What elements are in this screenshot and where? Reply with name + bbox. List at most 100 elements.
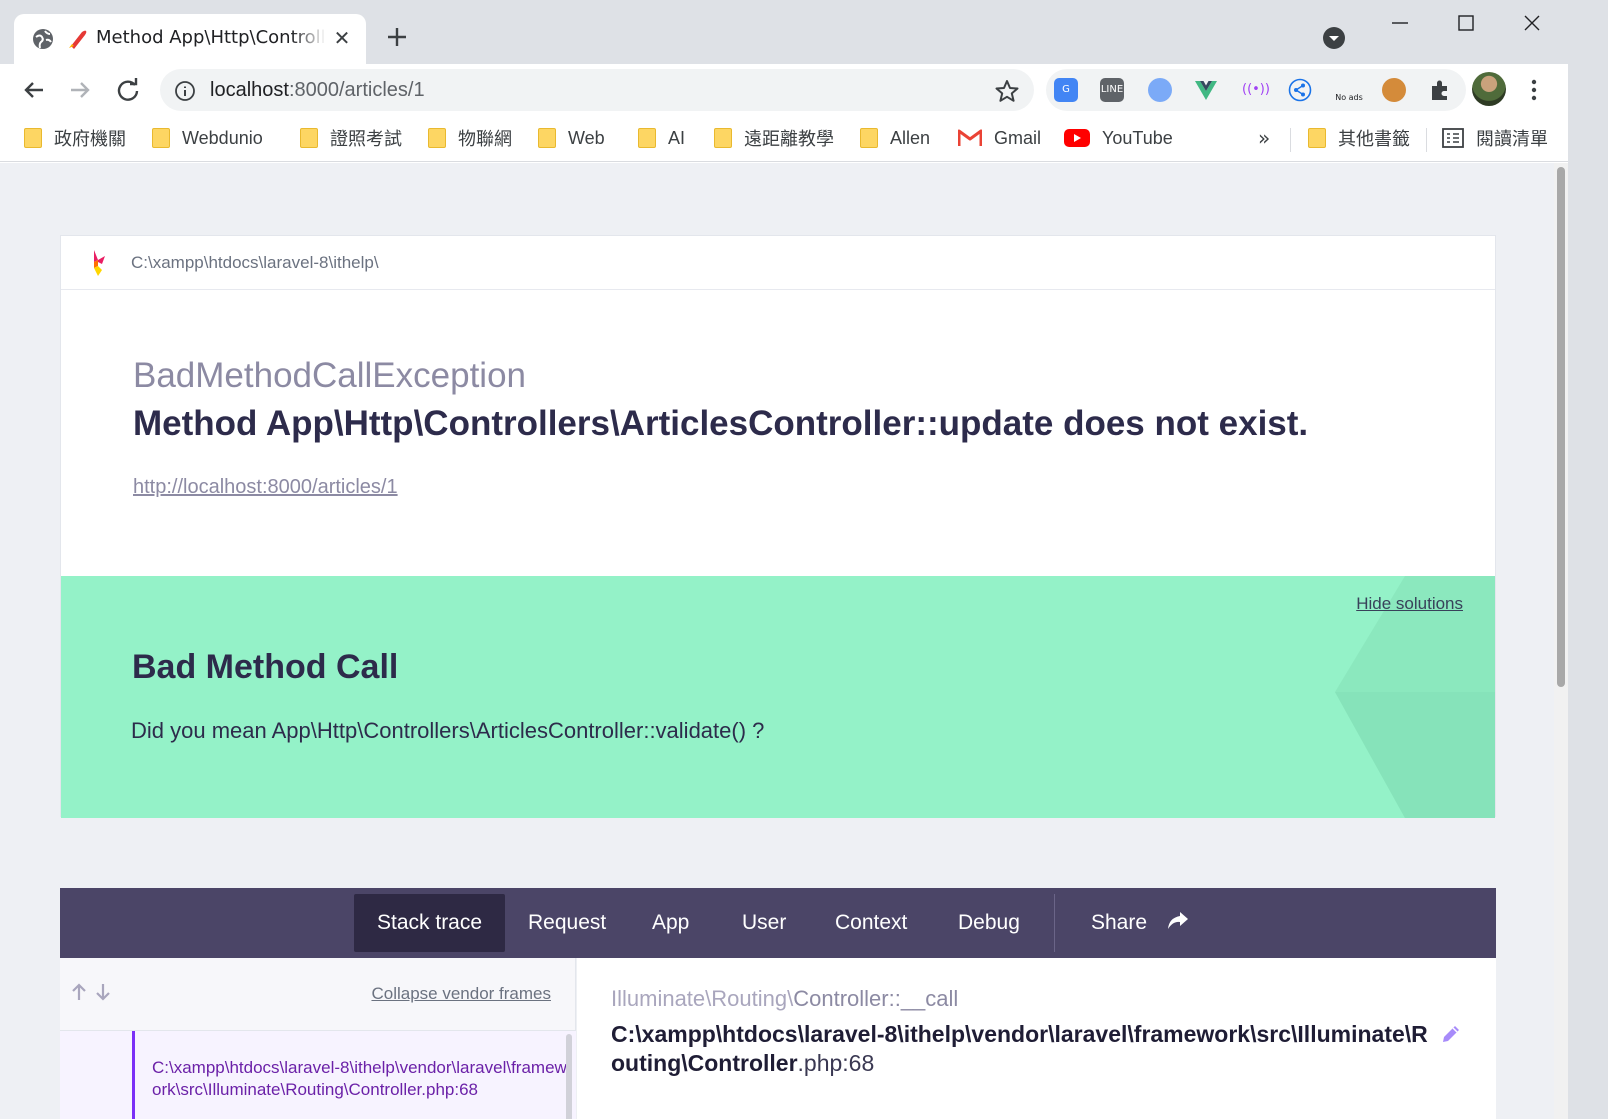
tab-app[interactable]: App (629, 894, 712, 952)
bookmark-item[interactable]: YouTube (1064, 126, 1173, 150)
page-scrollbar[interactable] (1554, 163, 1568, 1119)
folder-icon (1308, 128, 1326, 148)
browser-toolbar: localhost:8000/articles/1 G LINE ((•)) N… (0, 64, 1608, 116)
cookie-icon[interactable] (1382, 78, 1406, 102)
bookmark-star-icon[interactable] (994, 78, 1020, 104)
bookmark-item[interactable]: 證照考試 (300, 126, 402, 150)
frames-scrollbar[interactable] (566, 1034, 572, 1119)
up-down-arrows-icon[interactable] (70, 982, 114, 1002)
frame-method: Illuminate\Routing\Controller::__call (611, 986, 958, 1012)
bookmark-label: 遠距離教學 (744, 129, 834, 149)
browser-tab[interactable]: Method App\Http\Controllers\ArticlesCont… (14, 14, 366, 64)
broadcast-icon[interactable]: ((•)) (1242, 78, 1270, 102)
ring-extension-icon[interactable] (1148, 78, 1172, 102)
browser-menu-icon[interactable] (1522, 76, 1546, 104)
bookmarks-divider (1426, 128, 1427, 152)
bookmark-item[interactable]: Allen (860, 126, 930, 150)
frame-nav-arrows[interactable] (70, 982, 114, 1007)
other-bookmarks[interactable]: 其他書籤 (1308, 126, 1410, 150)
globe-icon (33, 29, 53, 49)
tab-context[interactable]: Context (812, 894, 930, 952)
bookmarks-overflow-icon[interactable]: » (1258, 126, 1270, 150)
minimize-icon[interactable] (1380, 8, 1420, 38)
url-host: localhost (210, 79, 289, 101)
bookmark-item[interactable]: Gmail (958, 126, 1041, 150)
ignition-logo-icon (94, 250, 105, 276)
frame-method-name: Controller::__call (793, 986, 959, 1011)
tab-title: Method App\Http\Controllers\ArticlesCont… (96, 27, 326, 48)
folder-icon (714, 128, 732, 148)
bookmark-item[interactable]: Web (538, 126, 605, 150)
window-edge (1568, 0, 1608, 1119)
tab-user[interactable]: User (719, 894, 809, 952)
bookmark-label: Web (568, 127, 605, 148)
stack-nav: Stack trace Request App User Context Deb… (60, 888, 1496, 958)
folder-icon (24, 128, 42, 148)
tab-close-icon[interactable]: ✕ (330, 26, 354, 50)
youtube-icon (1064, 129, 1090, 147)
frame-file-path: C:\xampp\htdocs\laravel-8\ithelp\vendor\… (611, 1020, 1441, 1078)
bookmark-label: Webdunio (182, 127, 263, 148)
pencil-edit-icon[interactable] (1439, 1022, 1463, 1046)
tab-share[interactable]: Share (1068, 894, 1212, 952)
close-window-icon[interactable] (1512, 8, 1552, 38)
bookmark-item[interactable]: 物聯網 (428, 126, 512, 150)
no-ads-icon[interactable]: No ads (1332, 78, 1366, 102)
request-url-link[interactable]: http://localhost:8000/articles/1 (133, 476, 398, 499)
hide-solutions-link[interactable]: Hide solutions (1356, 594, 1463, 614)
frame-detail-panel: Illuminate\Routing\Controller::__call C:… (577, 958, 1496, 1119)
back-icon[interactable] (18, 74, 50, 106)
page-scrollbar-thumb[interactable] (1557, 167, 1565, 687)
solution-description: Did you mean App\Http\Controllers\Articl… (131, 718, 765, 743)
reading-list-icon (1442, 128, 1464, 148)
url-path: :8000/articles/1 (288, 79, 425, 101)
rocket-icon (69, 30, 87, 49)
error-card: C:\xampp\htdocs\laravel-8\ithelp\ BadMet… (60, 235, 1496, 818)
exception-message: Method App\Http\Controllers\ArticlesCont… (133, 404, 1309, 443)
share-arrow-icon (1167, 912, 1188, 929)
folder-icon (638, 128, 656, 148)
nav-divider (1054, 894, 1055, 952)
frame-file: C:\xampp\htdocs\laravel-8\ithelp\vendor\… (611, 1021, 1428, 1076)
forward-icon[interactable] (64, 74, 96, 106)
tab-search-icon[interactable] (1322, 26, 1346, 50)
tab-stack-trace[interactable]: Stack trace (354, 894, 506, 952)
address-bar[interactable]: localhost:8000/articles/1 (160, 69, 1034, 111)
share-extension-icon[interactable] (1288, 78, 1312, 102)
bookmark-item[interactable]: 政府機關 (24, 126, 126, 150)
bookmark-label: 物聯網 (458, 129, 512, 149)
solution-panel: Hide solutions Bad Method Call Did you m… (61, 576, 1495, 818)
reload-icon[interactable] (112, 74, 144, 106)
bookmark-item[interactable]: AI (638, 126, 685, 150)
google-translate-icon[interactable]: G (1054, 78, 1078, 102)
folder-icon (428, 128, 446, 148)
folder-icon (300, 128, 318, 148)
profile-avatar[interactable] (1472, 72, 1506, 106)
extensions-puzzle-icon[interactable] (1428, 78, 1452, 102)
reading-list-label: 閱讀清單 (1476, 129, 1548, 149)
active-frame-indicator (132, 1031, 135, 1119)
tab-request[interactable]: Request (505, 894, 629, 952)
vue-devtools-icon[interactable] (1194, 78, 1218, 102)
folder-icon (860, 128, 878, 148)
bookmark-item[interactable]: Webdunio (152, 126, 263, 150)
stack-frame-item[interactable]: C:\xampp\htdocs\laravel-8\ithelp\vendor\… (60, 1030, 576, 1119)
tab-debug[interactable]: Debug (935, 894, 1043, 952)
browser-tabstrip: Method App\Http\Controllers\ArticlesCont… (0, 0, 1608, 64)
bookmarks-bar: 政府機關 Webdunio 證照考試 物聯網 Web AI 遠距離教學 Alle… (0, 116, 1608, 162)
tab-share-label: Share (1091, 911, 1148, 934)
line-icon[interactable]: LINE (1100, 78, 1124, 102)
other-bookmarks-label: 其他書籤 (1338, 129, 1410, 149)
reading-list[interactable]: 閱讀清單 (1442, 126, 1548, 150)
frame-namespace: Illuminate\Routing\ (611, 986, 794, 1011)
collapse-vendor-frames-link[interactable]: Collapse vendor frames (371, 984, 551, 1004)
url-text: localhost:8000/articles/1 (210, 79, 425, 102)
bookmark-item[interactable]: 遠距離教學 (714, 126, 834, 150)
exception-class: BadMethodCallException (133, 356, 527, 395)
project-path: C:\xampp\htdocs\laravel-8\ithelp\ (131, 253, 379, 272)
maximize-icon[interactable] (1446, 8, 1486, 38)
folder-icon (152, 128, 170, 148)
frame-line-number: .php:68 (797, 1050, 875, 1076)
info-icon[interactable] (174, 80, 196, 102)
new-tab-icon[interactable] (382, 22, 412, 52)
